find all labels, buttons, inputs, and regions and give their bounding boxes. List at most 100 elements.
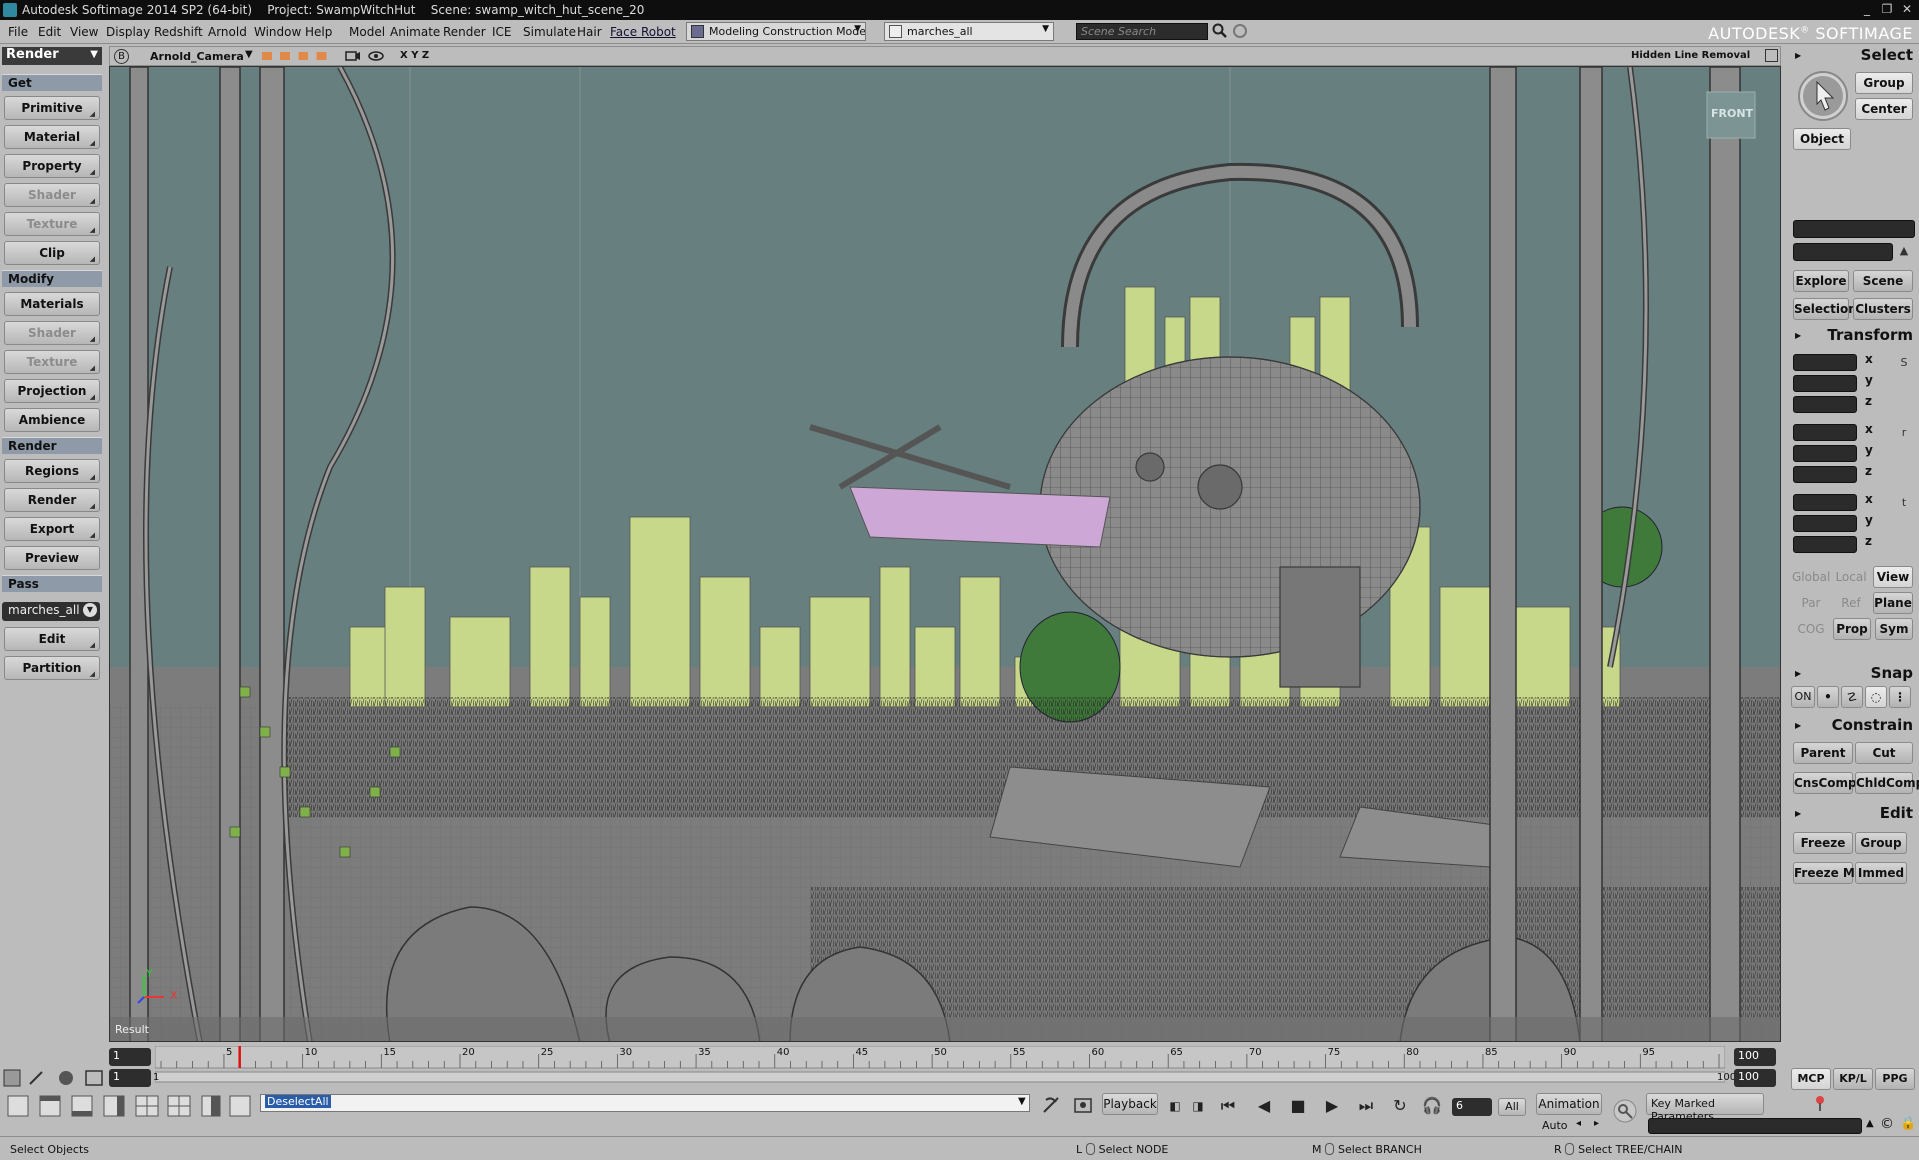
constrain-header[interactable]: ▶ Constrain xyxy=(1791,716,1917,736)
view-button[interactable]: View xyxy=(1873,566,1913,588)
snap-surface-icon[interactable]: ◌ xyxy=(1865,686,1887,708)
select-center-button[interactable]: Center xyxy=(1855,98,1913,120)
translate-x-field[interactable] xyxy=(1793,494,1857,511)
primitive-button[interactable]: Primitive ◢ xyxy=(4,96,100,120)
render-button[interactable]: Render ◢ xyxy=(4,488,100,512)
edit-group-button[interactable]: Group xyxy=(1855,832,1907,854)
menu-help[interactable]: Help xyxy=(305,25,332,39)
select-header[interactable]: ▶ Select xyxy=(1791,46,1917,66)
cnscomp-button[interactable]: CnsComp xyxy=(1793,772,1857,794)
chldcomp-button[interactable]: ChldComp xyxy=(1855,772,1919,794)
refresh-icon[interactable] xyxy=(1232,23,1248,39)
selection-button[interactable]: Selection xyxy=(1793,298,1857,320)
animation-dropdown[interactable]: Animation xyxy=(1536,1093,1602,1115)
scale-x-field[interactable] xyxy=(1793,354,1857,371)
plane-button[interactable]: Plane xyxy=(1873,592,1913,614)
edit-header[interactable]: ▶ Edit xyxy=(1791,804,1917,824)
timeline-start-field[interactable]: 1 xyxy=(109,1048,151,1066)
chevron-up-icon[interactable]: ▲ xyxy=(1866,1118,1874,1129)
display-toggle-bar[interactable] xyxy=(262,52,332,60)
menu-render[interactable]: Render xyxy=(443,25,486,39)
last-frame-icon[interactable]: ⏭ xyxy=(1356,1096,1376,1116)
immed-button[interactable]: Immed xyxy=(1855,862,1907,884)
section-render[interactable]: Render xyxy=(2,437,102,454)
menu-window[interactable]: Window xyxy=(254,25,301,39)
timeline-end2-field[interactable]: 100 xyxy=(1734,1069,1776,1087)
pass-select[interactable]: marches_all ▼ xyxy=(2,602,100,621)
select-object-button[interactable]: Object xyxy=(1793,128,1851,150)
par-button[interactable]: Par xyxy=(1791,592,1831,614)
current-frame-field[interactable]: 6 xyxy=(1452,1098,1492,1116)
preview-button[interactable]: Preview xyxy=(4,546,100,570)
next-key-icon[interactable]: ◨ xyxy=(1188,1096,1208,1116)
range-slider[interactable] xyxy=(155,1071,1725,1083)
layout-icons-strip[interactable] xyxy=(4,1094,254,1118)
tab-ppg[interactable]: PPG xyxy=(1875,1068,1915,1090)
translate-z-field[interactable] xyxy=(1793,536,1857,553)
marked-params-icon[interactable] xyxy=(1810,1093,1830,1113)
cut-button[interactable]: Cut xyxy=(1855,742,1913,764)
snap-on-toggle[interactable]: ON xyxy=(1791,686,1815,708)
command-line-input[interactable]: DeselectAll xyxy=(260,1094,1030,1112)
modify-shader-button[interactable]: Shader ◢ xyxy=(4,321,100,345)
next-key-arrow-icon[interactable]: ▸ xyxy=(1594,1118,1599,1129)
lock-icon[interactable]: 🔒 xyxy=(1900,1116,1916,1131)
translate-icon[interactable]: t xyxy=(1897,496,1911,510)
parent-button[interactable]: Parent xyxy=(1793,742,1853,764)
menu-hair[interactable]: Hair xyxy=(577,25,602,39)
key-icon[interactable] xyxy=(1612,1098,1638,1124)
stop-icon[interactable]: ■ xyxy=(1288,1096,1308,1116)
ambience-button[interactable]: Ambience xyxy=(4,408,100,432)
transform-header[interactable]: ▶ Transform xyxy=(1791,326,1917,346)
regions-button[interactable]: Regions ◢ xyxy=(4,459,100,483)
display-mode-label[interactable]: Hidden Line Removal xyxy=(1631,50,1750,61)
timeline-ruler[interactable]: 5 10 15 20 25 30 35 40 45 50 55 60 65 70 75 80 85 90 95 xyxy=(155,1046,1725,1084)
pass-dropdown[interactable]: marches_all ▼ xyxy=(884,22,1054,41)
log-icon[interactable] xyxy=(1072,1094,1094,1116)
audio-icon[interactable]: 🎧 xyxy=(1422,1096,1442,1116)
projection-button[interactable]: Projection ◢ xyxy=(4,379,100,403)
select-group-button[interactable]: Group xyxy=(1855,72,1913,94)
rotate-z-field[interactable] xyxy=(1793,466,1857,483)
menu-animate[interactable]: Animate xyxy=(390,25,440,39)
stepper-icon[interactable]: ▲ xyxy=(1897,244,1911,258)
rotate-y-field[interactable] xyxy=(1793,445,1857,462)
texture-button[interactable]: Texture ◢ xyxy=(4,212,100,236)
timeline-end-field[interactable]: 100 xyxy=(1734,1048,1776,1066)
section-modify[interactable]: Modify xyxy=(2,270,102,287)
marked-params-field[interactable] xyxy=(1648,1118,1862,1134)
cog-button[interactable]: COG xyxy=(1791,618,1831,640)
prev-key-icon[interactable]: ◧ xyxy=(1165,1096,1185,1116)
rotate-icon[interactable]: r xyxy=(1897,426,1911,440)
script-editor-icon[interactable] xyxy=(1040,1094,1062,1116)
menu-arnold[interactable]: Arnold xyxy=(208,25,247,39)
shader-button[interactable]: Shader ◢ xyxy=(4,183,100,207)
select-filter-field[interactable] xyxy=(1793,220,1915,238)
play-backward-icon[interactable]: ◀ xyxy=(1254,1096,1274,1116)
toolbar-mode-dropdown[interactable]: Render ▼ xyxy=(2,47,102,65)
timeline[interactable]: 1 1 5 10 15 20 25 30 35 40 45 50 55 60 65 70 75 80 85 90 9… xyxy=(109,1044,1781,1087)
play-forward-icon[interactable]: ▶ xyxy=(1322,1096,1342,1116)
pass-edit-button[interactable]: Edit ◢ xyxy=(4,627,100,651)
freeze-button[interactable]: Freeze xyxy=(1793,832,1853,854)
first-frame-icon[interactable]: ⏮ xyxy=(1218,1096,1238,1116)
tool-icons-strip[interactable] xyxy=(2,1068,110,1088)
property-button[interactable]: Property ◢ xyxy=(4,154,100,178)
menu-redshift[interactable]: Redshift xyxy=(154,25,203,39)
auto-key-label[interactable]: Auto xyxy=(1542,1119,1568,1132)
select-arrow-icon[interactable] xyxy=(1797,70,1849,122)
construction-mode-dropdown[interactable]: Modeling Construction Mode ▼ xyxy=(686,22,866,41)
scale-y-field[interactable] xyxy=(1793,375,1857,392)
key-marked-parameters-button[interactable]: Key Marked Parameters xyxy=(1646,1093,1764,1123)
select-name-field[interactable] xyxy=(1793,243,1893,261)
sym-button[interactable]: Sym xyxy=(1875,618,1913,640)
freeze-m-button[interactable]: Freeze M xyxy=(1793,862,1855,884)
global-button[interactable]: Global xyxy=(1791,566,1831,588)
view-cube-label[interactable]: FRONT xyxy=(1711,107,1753,120)
menu-view[interactable]: View xyxy=(70,25,98,39)
search-icon[interactable] xyxy=(1212,23,1228,39)
snap-point-icon[interactable]: • xyxy=(1817,686,1839,708)
chevron-down-icon[interactable]: ▼ xyxy=(1018,1096,1026,1107)
prop-button[interactable]: Prop xyxy=(1833,618,1871,640)
prev-key-arrow-icon[interactable]: ◂ xyxy=(1576,1118,1581,1129)
